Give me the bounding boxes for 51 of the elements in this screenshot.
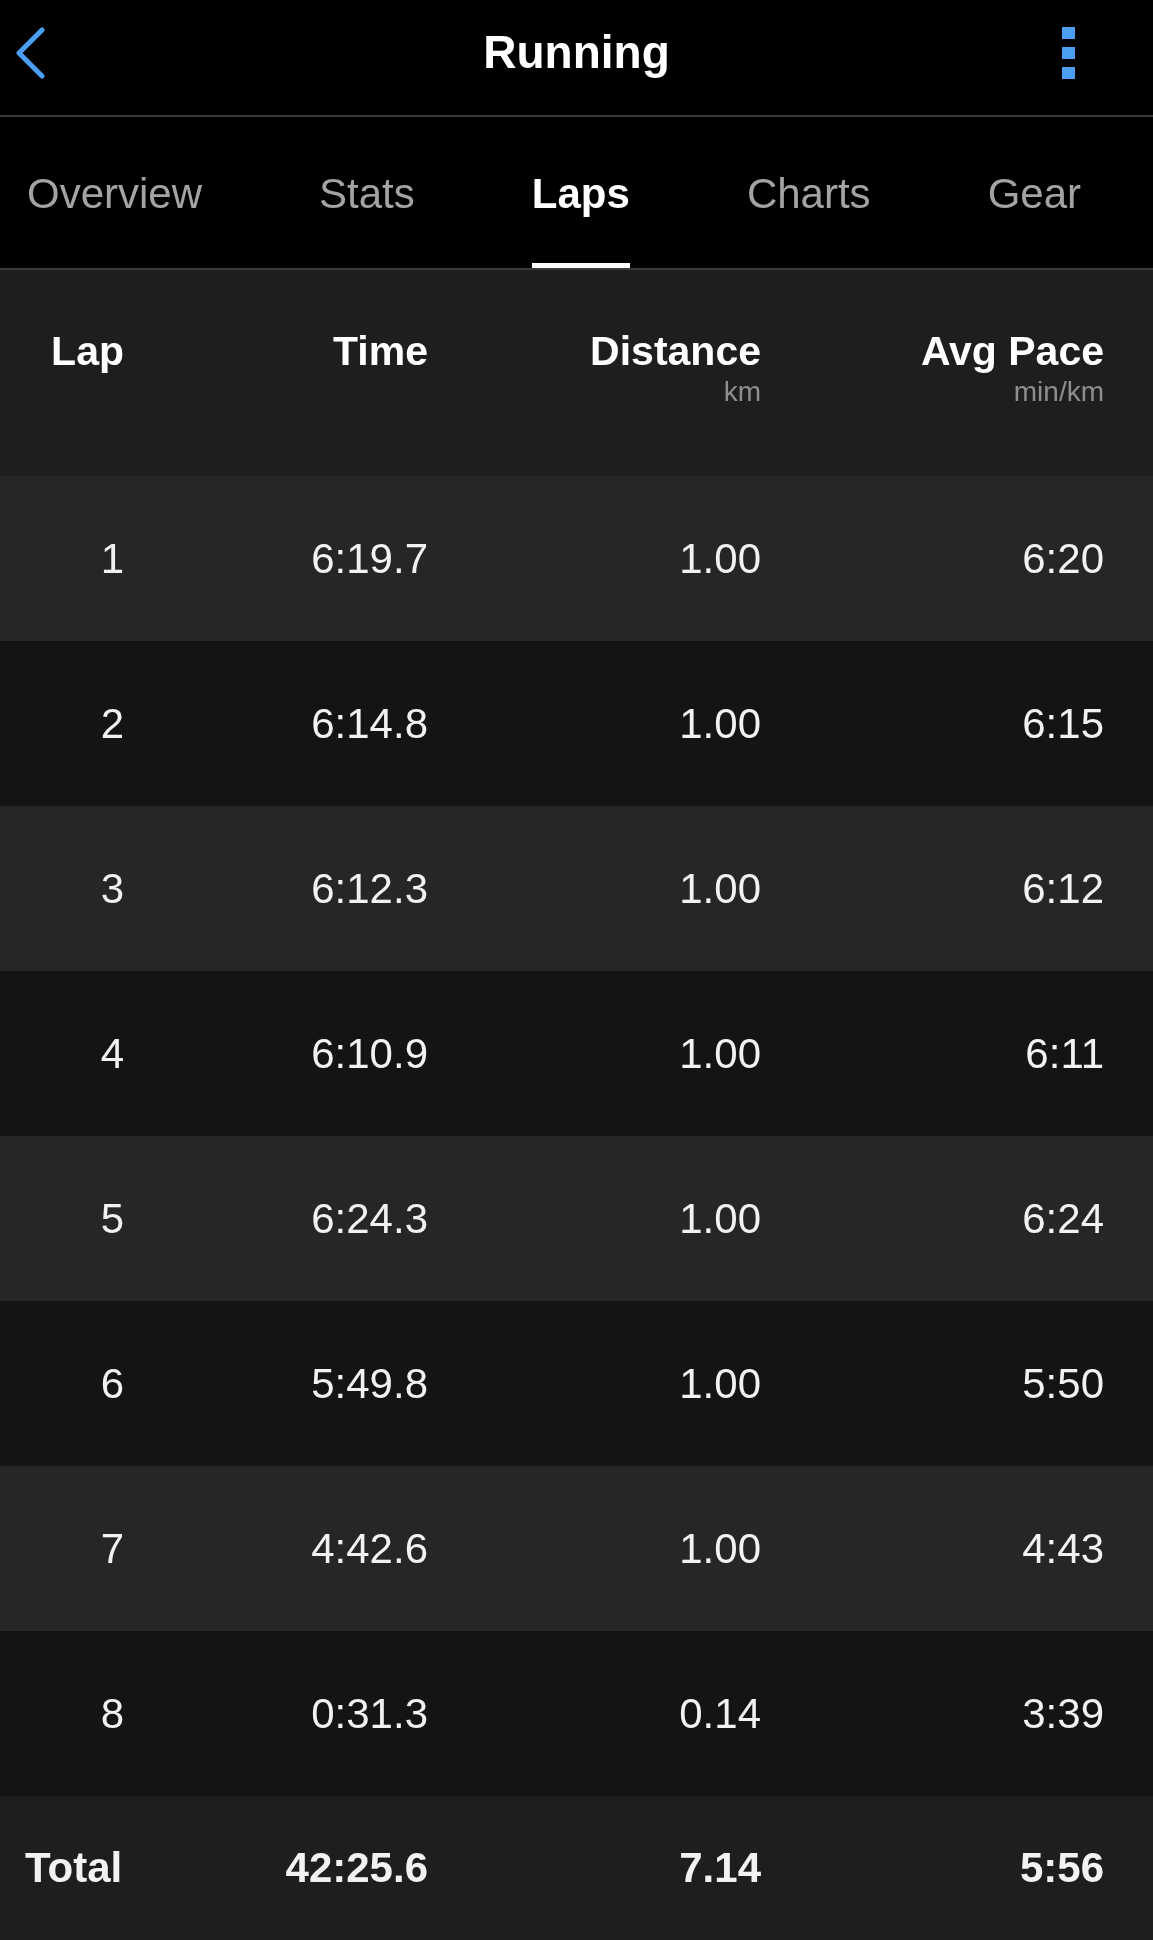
total-cell: 42:25.6	[285, 1844, 428, 1892]
table-cell: 4:42.6	[311, 1524, 428, 1573]
column-header: Time	[333, 327, 428, 375]
table-cell: 6:11	[1025, 1029, 1104, 1078]
column-header: Lap	[51, 327, 124, 375]
back-button[interactable]	[14, 26, 46, 79]
table-cell: 6:20	[1022, 534, 1104, 583]
table-cell: 6:14.8	[311, 699, 428, 748]
table-cell: 6:12.3	[311, 864, 428, 913]
table-cell: 3	[100, 864, 124, 913]
table-cell: 1.00	[679, 1524, 761, 1573]
table-cell: 1.00	[679, 1359, 761, 1408]
column-header: Avg Pace	[920, 327, 1104, 375]
table-cell: 0:31.3	[311, 1689, 428, 1738]
table-cell: 6:12	[1022, 864, 1104, 913]
tab[interactable]: Stats	[319, 117, 415, 268]
table-cell: 5:49.8	[311, 1359, 428, 1408]
table-cell: 0.14	[679, 1689, 761, 1738]
table-cell: 1.00	[679, 1029, 761, 1078]
chevron-left-icon	[14, 26, 46, 79]
table-cell: 6	[100, 1359, 124, 1408]
table-cell: 5	[100, 1194, 124, 1243]
tab[interactable]: Charts	[746, 117, 871, 268]
table-cell: 1.00	[679, 1194, 761, 1243]
table-cell: 4	[100, 1029, 124, 1078]
screen-title: Running	[483, 24, 670, 79]
table-cell: 6:24.3	[311, 1194, 428, 1243]
table-cell: 6:24	[1022, 1194, 1104, 1243]
table-cell: 4:43	[1022, 1524, 1104, 1573]
total-cell: 5:56	[1019, 1844, 1104, 1892]
tab[interactable]: Gear	[987, 117, 1081, 268]
more-button[interactable]	[1062, 26, 1075, 79]
table-cell: 6:19.7	[311, 534, 428, 583]
table-cell: 6:10.9	[311, 1029, 428, 1078]
table-cell: 1.00	[679, 534, 761, 583]
table-cell: 1.00	[679, 864, 761, 913]
table-cell: 1	[100, 534, 124, 583]
unit-label: km	[723, 375, 761, 409]
column-header: Distance	[590, 327, 761, 375]
unit-label: min/km	[1013, 375, 1104, 409]
tab[interactable]: Overview	[27, 117, 203, 268]
total-label: Total	[25, 1844, 123, 1892]
table-cell: 5:50	[1022, 1359, 1104, 1408]
table-cell: 1.00	[679, 699, 761, 748]
table-cell: 8	[100, 1689, 124, 1738]
table-cell: 6:15	[1022, 699, 1104, 748]
total-cell: 7.14	[679, 1844, 761, 1892]
more-icon	[1062, 26, 1075, 79]
table-cell: 2	[100, 699, 124, 748]
table-cell: 7	[100, 1524, 124, 1573]
table-cell: 3:39	[1022, 1689, 1104, 1738]
